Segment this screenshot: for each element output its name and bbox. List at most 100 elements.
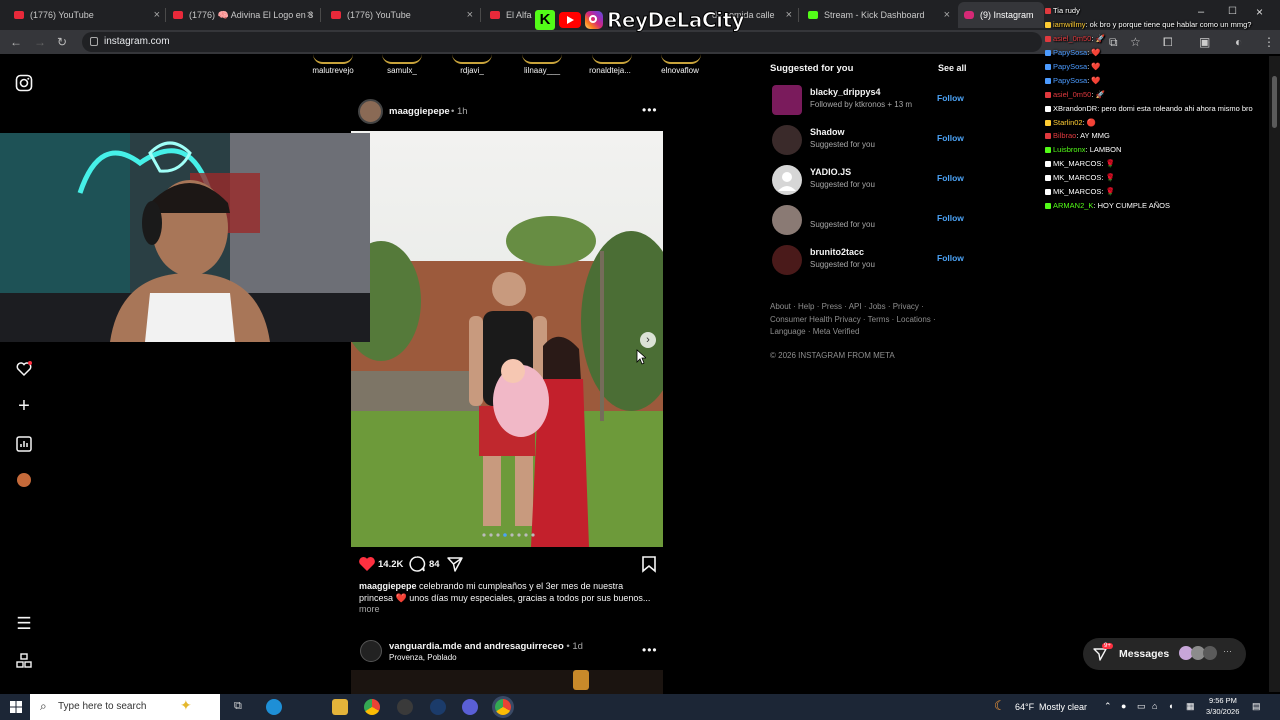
discord-icon[interactable] <box>462 699 478 715</box>
reload-icon[interactable]: ↻ <box>57 35 67 49</box>
post-options-icon[interactable]: ••• <box>642 103 658 117</box>
forward-icon[interactable]: → <box>34 35 46 49</box>
story-username[interactable]: malutrevejo <box>303 66 363 75</box>
weather-condition[interactable]: Mostly clear <box>1039 702 1087 712</box>
comments-count[interactable]: 84 <box>429 559 440 570</box>
suggested-avatar-default[interactable] <box>772 165 802 195</box>
back-icon[interactable]: ← <box>10 35 22 49</box>
post2-author-avatar[interactable] <box>360 640 382 662</box>
tab-youtube-3[interactable]: (1776) YouTube × <box>331 4 473 26</box>
page-scrollbar[interactable] <box>1269 56 1280 692</box>
tab-el-alfa[interactable]: El Alfa <box>490 4 534 26</box>
see-all-link[interactable]: See all <box>938 63 967 73</box>
story-ring[interactable] <box>452 54 492 64</box>
caption-username[interactable]: maaggiepepe <box>359 581 417 591</box>
messages-button[interactable]: 9+ Messages ··· <box>1083 638 1246 670</box>
window-close-icon[interactable]: × <box>1256 5 1263 19</box>
suggested-avatar[interactable] <box>772 125 802 155</box>
close-icon[interactable]: × <box>467 9 473 21</box>
keyboard-icon[interactable]: ▦ <box>1186 701 1195 712</box>
post2-location[interactable]: Provenza, Poblado <box>389 653 457 662</box>
close-icon[interactable]: × <box>944 9 950 21</box>
windows-start-icon[interactable] <box>10 701 22 713</box>
suggested-username[interactable]: blacky_drippys4 <box>810 87 881 97</box>
story-username[interactable]: elnovaflow <box>650 66 710 75</box>
edge-icon[interactable] <box>266 699 282 715</box>
file-explorer-icon[interactable] <box>332 699 348 715</box>
minimize-icon[interactable]: – <box>1198 6 1204 18</box>
story-ring[interactable] <box>661 54 701 64</box>
suggested-avatar[interactable] <box>772 85 802 115</box>
follow-button[interactable]: Follow <box>937 133 964 143</box>
dashboard-icon[interactable] <box>15 435 33 453</box>
follow-button[interactable]: Follow <box>937 253 964 263</box>
story-username[interactable]: lilnaay___ <box>512 66 572 75</box>
caption-more-link[interactable]: more <box>359 604 380 614</box>
volume-icon[interactable]: ◖ <box>1168 701 1173 711</box>
suggested-username[interactable]: YADIO.JS <box>810 167 851 177</box>
story-username[interactable]: ronaldteja... <box>580 66 640 75</box>
follow-button[interactable]: Follow <box>937 213 964 223</box>
likes-count[interactable]: 14.2K <box>378 559 403 570</box>
profile-avatar[interactable] <box>17 473 31 487</box>
scrollbar-thumb[interactable] <box>1272 76 1277 128</box>
more-menu-icon[interactable]: ☰ <box>15 615 33 633</box>
like-heart-icon[interactable] <box>358 555 376 573</box>
story-ring[interactable] <box>382 54 422 64</box>
instagram-icon[interactable] <box>15 74 33 92</box>
suggested-avatar[interactable] <box>772 245 802 275</box>
close-icon[interactable]: × <box>154 9 160 21</box>
create-plus-icon[interactable]: + <box>15 396 33 416</box>
microphone-icon[interactable]: ● <box>1121 701 1126 711</box>
steam-icon[interactable] <box>430 699 446 715</box>
suggested-username[interactable]: brunito2tacc <box>810 247 864 257</box>
bookmark-star-icon[interactable]: ☆ <box>1130 35 1141 49</box>
post2-options-icon[interactable]: ••• <box>642 643 658 657</box>
extensions-icon[interactable]: ⧠ <box>1163 35 1173 50</box>
post-author-avatar[interactable] <box>358 99 383 124</box>
story-ring[interactable] <box>313 54 353 64</box>
tab-youtube-1[interactable]: (1776) YouTube × <box>14 4 160 26</box>
close-icon[interactable]: × <box>307 9 313 21</box>
close-icon[interactable]: × <box>786 9 792 21</box>
site-info-icon[interactable] <box>90 37 98 46</box>
clock-date[interactable]: 3/30/2026 <box>1206 707 1239 716</box>
follow-button[interactable]: Follow <box>937 93 964 103</box>
tab-kick-dashboard[interactable]: Stream - Kick Dashboard × <box>808 4 950 26</box>
carousel-next-icon[interactable]: › <box>640 332 656 348</box>
tray-chevron-icon[interactable]: ⌃ <box>1104 701 1112 712</box>
suggested-username[interactable]: Shadow <box>810 127 845 137</box>
taskbar-search[interactable]: ⌕ Type here to search ✦ <box>30 694 220 720</box>
profile-icon[interactable]: ◐ <box>1235 35 1242 49</box>
clock-time[interactable]: 9:56 PM <box>1209 696 1237 705</box>
story-username[interactable]: rdjavi_ <box>442 66 502 75</box>
tab-youtube-2[interactable]: (1776) 🧠 Adivina El Logo en 3 × <box>173 4 313 26</box>
story-ring[interactable] <box>592 54 632 64</box>
menu-icon[interactable]: ⋮ <box>1263 35 1275 49</box>
save-bookmark-icon[interactable] <box>641 555 657 573</box>
maximize-icon[interactable]: ☐ <box>1228 6 1237 17</box>
sidebar-icon[interactable]: ▣ <box>1199 35 1210 49</box>
post-photo[interactable]: › <box>351 131 663 547</box>
post-author-username[interactable]: maaggiepepe <box>389 106 450 117</box>
notifications-heart-icon[interactable] <box>15 360 33 378</box>
notifications-icon[interactable]: ▤ <box>1252 701 1261 712</box>
post2-photo[interactable] <box>351 670 663 694</box>
comment-icon[interactable] <box>408 555 426 573</box>
post2-authors[interactable]: vanguardia.mde and andresaguirreceo • 1d <box>389 641 583 652</box>
story-ring[interactable] <box>522 54 562 64</box>
url-input[interactable]: instagram.com <box>82 32 1042 52</box>
task-view-icon[interactable]: ⧉ <box>234 700 242 713</box>
suggested-avatar[interactable] <box>772 205 802 235</box>
follow-button[interactable]: Follow <box>937 173 964 183</box>
weather-temp[interactable]: 64°F <box>1015 702 1034 712</box>
share-icon[interactable] <box>446 555 464 573</box>
also-from-meta-icon[interactable] <box>15 652 33 670</box>
tab-instagram[interactable]: (9) Instagram <box>958 2 1044 28</box>
footer-links[interactable]: About · Help · Press · API · Jobs · Priv… <box>770 301 940 339</box>
story-username[interactable]: samulx_ <box>372 66 432 75</box>
display-icon[interactable]: ▭ <box>1137 701 1146 712</box>
network-icon[interactable]: ⌂ <box>1152 701 1157 711</box>
chrome-active-icon[interactable] <box>495 699 511 715</box>
obs-icon[interactable] <box>397 699 413 715</box>
